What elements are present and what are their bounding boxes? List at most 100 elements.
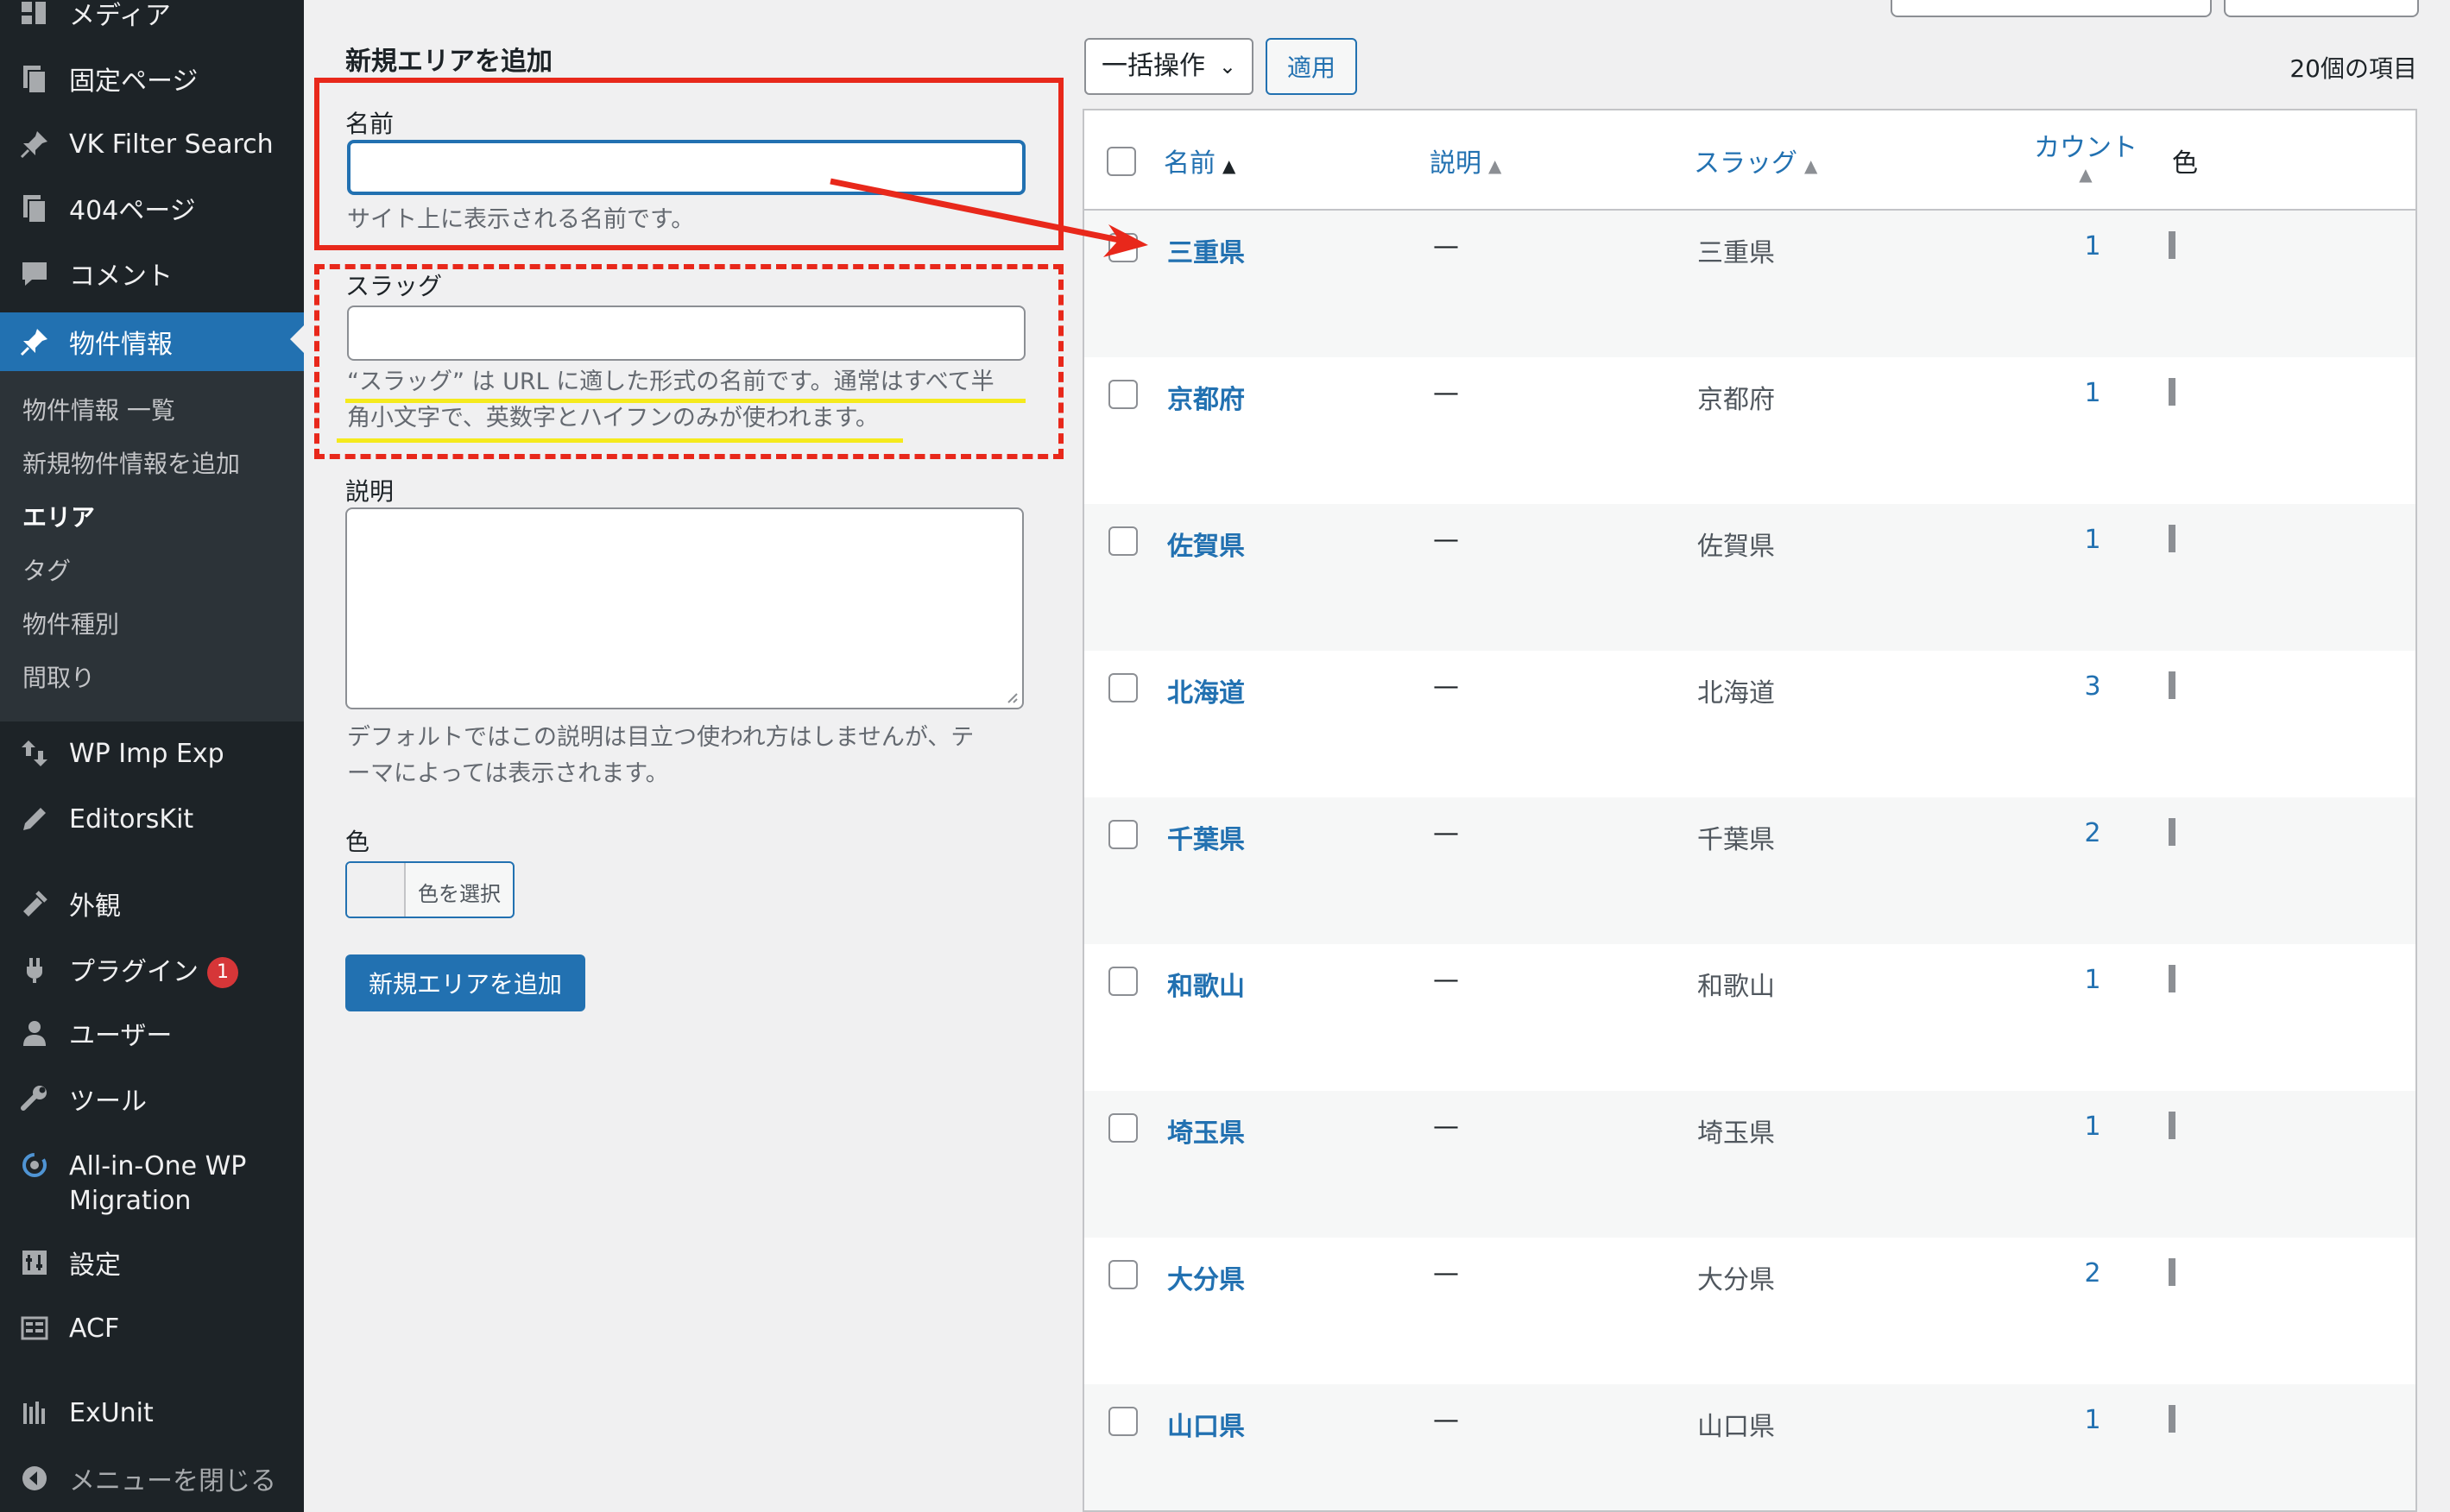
term-name-link[interactable]: 千葉県 — [1167, 818, 1245, 856]
term-color-indicator — [2169, 1112, 2175, 1139]
term-count-link[interactable]: 1 — [2075, 231, 2110, 261]
table-row: 佐賀県 — 佐賀県 1 — [1084, 504, 2415, 651]
table-row: 北海道 — 北海道 3 — [1084, 651, 2415, 797]
menu-item-label: VK Filter Search — [69, 129, 274, 160]
term-color-indicator — [2169, 378, 2175, 406]
term-count-link[interactable]: 2 — [2075, 1258, 2110, 1288]
bulk-action-select[interactable]: 一括操作 ⌄ — [1084, 38, 1253, 95]
menu-item-wp-imp-exp[interactable]: WP Imp Exp — [0, 727, 304, 780]
submenu-item-property-type[interactable]: 物件種別 — [22, 606, 119, 640]
term-count-link[interactable]: 1 — [2075, 1112, 2110, 1142]
menu-item-appearance[interactable]: 外観 — [0, 877, 304, 930]
menu-item-tools[interactable]: ツール — [0, 1072, 304, 1125]
submenu-item-floor-plan[interactable]: 間取り — [22, 659, 95, 694]
row-checkbox[interactable] — [1108, 673, 1138, 702]
term-count-link[interactable]: 2 — [2075, 818, 2110, 848]
term-name-link[interactable]: 北海道 — [1167, 671, 1245, 709]
row-checkbox[interactable] — [1108, 820, 1138, 849]
terms-table: 名前 ▲ 説明 ▲ スラッグ ▲ カウント ▲ 色 三重県 — 三重県 1 京都府 — 京都府 1 佐賀… — [1083, 109, 2417, 1512]
term-name-link[interactable]: 埼玉県 — [1167, 1112, 1245, 1150]
menu-item-plugins[interactable]: プラグイン 1 — [0, 942, 304, 996]
row-checkbox[interactable] — [1108, 1113, 1138, 1143]
term-count-link[interactable]: 1 — [2075, 1405, 2110, 1435]
term-slug: 和歌山 — [1697, 972, 1775, 1002]
menu-item-users[interactable]: ユーザー — [0, 1006, 304, 1060]
menu-item-comments[interactable]: コメント — [0, 247, 304, 300]
term-slug: 北海道 — [1697, 678, 1775, 709]
column-header-description[interactable]: 説明 ▲ — [1430, 142, 1501, 180]
menu-item-label: 固定ページ — [69, 66, 199, 97]
color-label: 色 — [345, 828, 370, 856]
column-header-count[interactable]: カウント ▲ — [2025, 126, 2146, 185]
menu-item-label: 設定 — [69, 1251, 121, 1281]
term-name-link[interactable]: 山口県 — [1167, 1405, 1245, 1443]
pin-icon — [17, 127, 52, 161]
term-description: — — [1433, 671, 1459, 702]
resize-handle-icon[interactable] — [1005, 690, 1019, 704]
term-description: — — [1433, 525, 1459, 555]
menu-item-media[interactable]: メディア — [0, 0, 304, 40]
term-name-link[interactable]: 大分県 — [1167, 1258, 1245, 1296]
row-checkbox[interactable] — [1108, 526, 1138, 556]
term-count-link[interactable]: 1 — [2075, 965, 2110, 995]
menu-item-label: ExUnit — [69, 1397, 154, 1428]
submenu-item-tags[interactable]: タグ — [22, 552, 71, 587]
term-name-link[interactable]: 佐賀県 — [1167, 525, 1245, 563]
term-count-link[interactable]: 1 — [2075, 525, 2110, 555]
table-row: 埼玉県 — 埼玉県 1 — [1084, 1091, 2415, 1238]
select-all-checkbox[interactable] — [1107, 147, 1136, 176]
term-slug: 佐賀県 — [1697, 532, 1775, 562]
term-color-indicator — [2169, 818, 2175, 846]
sort-icon: ▲ — [1804, 155, 1818, 176]
page-icon — [17, 191, 52, 225]
description-textarea[interactable] — [345, 507, 1024, 709]
menu-item-vk-filter-search[interactable]: VK Filter Search — [0, 117, 304, 171]
menu-item-label: メディア — [69, 1, 171, 31]
menu-item-404[interactable]: 404ページ — [0, 181, 304, 235]
row-checkbox[interactable] — [1108, 1260, 1138, 1289]
menu-item-acf[interactable]: ACF — [0, 1301, 304, 1355]
row-checkbox[interactable] — [1108, 1407, 1138, 1436]
menu-item-settings[interactable]: 設定 — [0, 1236, 304, 1289]
menu-item-pages[interactable]: 固定ページ — [0, 52, 304, 105]
color-swatch — [347, 863, 406, 917]
table-row: 大分県 — 大分県 2 — [1084, 1238, 2415, 1384]
apply-button[interactable]: 適用 — [1266, 38, 1357, 95]
column-header-name[interactable]: 名前 ▲ — [1164, 142, 1235, 180]
row-checkbox[interactable] — [1108, 380, 1138, 409]
table-row: 千葉県 — 千葉県 2 — [1084, 797, 2415, 944]
column-header-color: 色 — [2172, 148, 2198, 179]
term-count-link[interactable]: 3 — [2075, 671, 2110, 702]
table-row: 三重県 — 三重県 1 — [1084, 211, 2415, 357]
term-slug: 山口県 — [1697, 1412, 1775, 1442]
acf-icon — [17, 1311, 52, 1345]
submenu-item-area[interactable]: エリア — [22, 499, 95, 533]
menu-item-properties[interactable]: 物件情報 — [0, 312, 304, 371]
term-name-link[interactable]: 三重県 — [1167, 231, 1245, 269]
table-row: 山口県 — 山口県 1 — [1084, 1384, 2415, 1510]
row-checkbox[interactable] — [1108, 233, 1138, 262]
comment-icon — [17, 256, 52, 291]
row-checkbox[interactable] — [1108, 967, 1138, 996]
column-header-slug[interactable]: スラッグ ▲ — [1694, 142, 1817, 180]
term-color-indicator — [2169, 1405, 2175, 1433]
search-input[interactable] — [1891, 0, 2212, 17]
update-count-badge: 1 — [207, 957, 238, 989]
term-color-indicator — [2169, 231, 2175, 259]
menu-item-label: 外観 — [69, 891, 121, 922]
menu-item-editorskit[interactable]: EditorsKit — [0, 792, 304, 846]
menu-item-exunit[interactable]: ExUnit — [0, 1386, 304, 1440]
add-area-button[interactable]: 新規エリアを追加 — [345, 954, 585, 1011]
submenu-item-add-property[interactable]: 新規物件情報を追加 — [22, 445, 240, 480]
sort-icon: ▲ — [2079, 164, 2093, 185]
term-name-link[interactable]: 和歌山 — [1167, 965, 1245, 1003]
color-picker-button[interactable]: 色を選択 — [345, 861, 515, 918]
collapse-menu-button[interactable]: メニューを閉じる — [0, 1452, 304, 1505]
search-button[interactable] — [2224, 0, 2419, 17]
menu-item-all-in-one-wp-migration[interactable]: All-in-One WP Migration — [0, 1136, 304, 1225]
admin-sidebar: メディア 固定ページ VK Filter Search 404ページ コメント … — [0, 0, 304, 1512]
submenu-item-all-properties[interactable]: 物件情報 一覧 — [22, 392, 175, 426]
term-name-link[interactable]: 京都府 — [1167, 378, 1245, 416]
import-export-icon — [17, 736, 52, 771]
term-count-link[interactable]: 1 — [2075, 378, 2110, 408]
